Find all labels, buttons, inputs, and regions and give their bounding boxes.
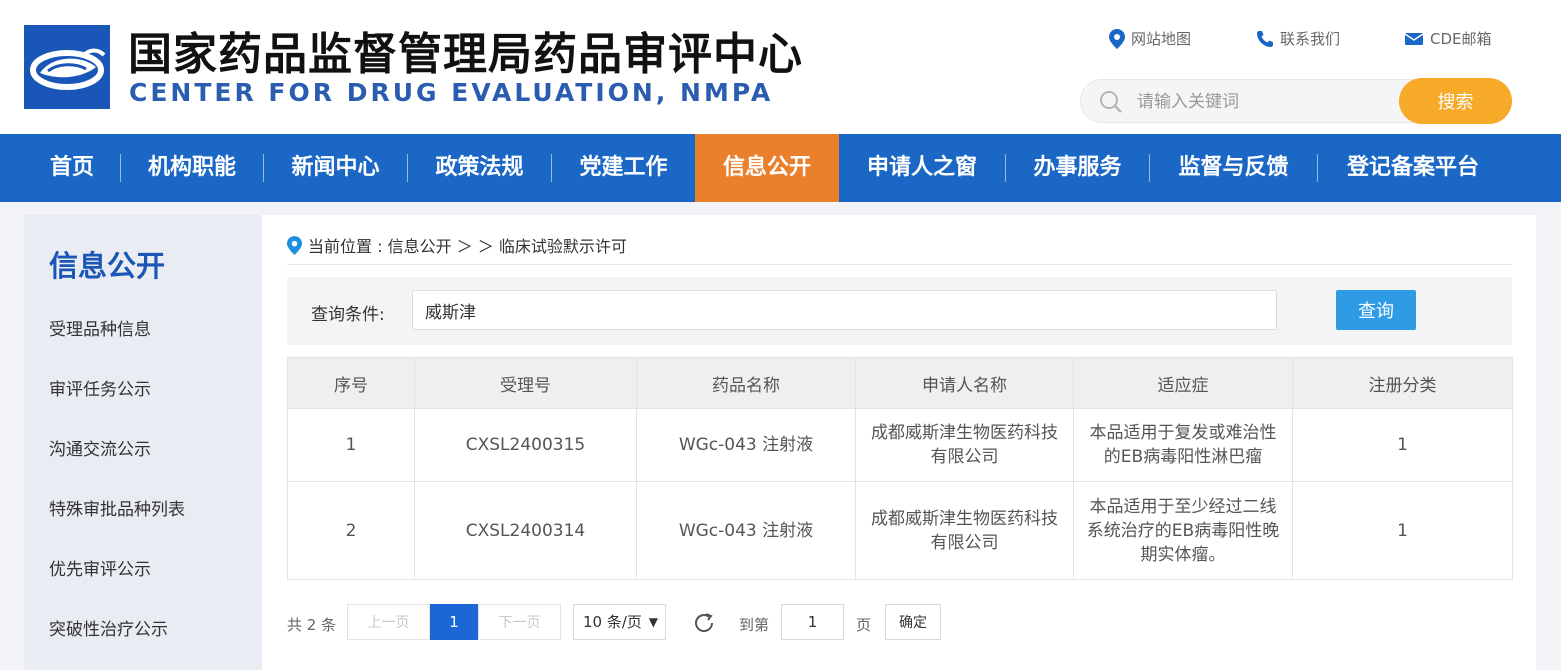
cell-no: 1 [287,408,415,482]
next-page-button[interactable]: 下一页 [478,604,561,640]
main-content: 当前位置 : 信息公开 ＞ ＞ 临床试验默示许可 查询条件: 查询 序号 受理号… [262,215,1536,670]
sidebar-item-priority-review[interactable]: 优先审评公示 [49,555,151,580]
nav-item-home[interactable]: 首页 [24,134,120,202]
total-count: 共 2 条 [287,616,337,634]
table-row[interactable]: 2 CXSL2400314 WGc-043 注射液 成都威斯津生物医药科技有限公… [287,481,1513,580]
page-unit-label: 页 [856,616,872,634]
mail-link[interactable]: CDE邮箱 [1404,28,1492,49]
cell-accept-no: CXSL2400314 [414,481,637,580]
search-button[interactable]: 搜索 [1399,78,1512,124]
sidebar-title: 信息公开 [49,249,166,283]
cell-category: 1 [1292,481,1513,580]
site-title-en: CENTER FOR DRUG EVALUATION, NMPA [129,78,774,107]
breadcrumb-text: 当前位置 : 信息公开 ＞ ＞ 临床试验默示许可 [308,237,627,256]
col-header-accept-no: 受理号 [414,357,637,409]
query-bar: 查询条件: 查询 [287,277,1512,345]
goto-label: 到第 [739,616,770,634]
chevron-down-icon: ▼ [648,615,658,629]
contact-link[interactable]: 联系我们 [1256,28,1340,49]
col-header-applicant: 申请人名称 [855,357,1074,409]
goto-page-input[interactable] [781,604,844,640]
nav-item-feedback[interactable]: 监督与反馈 [1150,134,1317,202]
page-number-current[interactable]: 1 [430,604,478,640]
site-header: 国家药品监督管理局药品审评中心 CENTER FOR DRUG EVALUATI… [0,0,1561,134]
table-row[interactable]: 1 CXSL2400315 WGc-043 注射液 成都威斯津生物医药科技有限公… [287,408,1513,482]
sitemap-link[interactable]: 网站地图 [1109,28,1191,49]
nav-item-functions[interactable]: 机构职能 [121,134,263,202]
location-pin-icon [287,235,302,255]
col-header-no: 序号 [287,357,415,409]
cde-logo[interactable] [24,25,110,109]
table-header-row: 序号 受理号 药品名称 申请人名称 适应症 注册分类 [287,357,1513,409]
prev-page-button[interactable]: 上一页 [347,604,430,640]
mail-label: CDE邮箱 [1430,30,1492,48]
location-pin-icon [1109,28,1125,49]
sidebar-item-accepted[interactable]: 受理品种信息 [49,315,151,340]
page-size-value: 10 条/页 [583,613,642,631]
query-label: 查询条件: [311,305,385,325]
sitemap-label: 网站地图 [1131,30,1192,48]
cell-accept-no: CXSL2400315 [414,408,637,482]
cell-drug-name: WGc-043 注射液 [636,408,856,482]
sidebar-item-special-approval[interactable]: 特殊审批品种列表 [49,495,185,520]
col-header-drug-name: 药品名称 [636,357,856,409]
cell-applicant: 成都威斯津生物医药科技有限公司 [855,481,1074,580]
sidebar-item-breakthrough[interactable]: 突破性治疗公示 [49,615,168,640]
sidebar: 信息公开 受理品种信息 审评任务公示 沟通交流公示 特殊审批品种列表 优先审评公… [24,215,262,670]
site-title-cn: 国家药品监督管理局药品审评中心 [128,29,803,80]
pagination: 共 2 条 上一页 1 下一页 10 条/页 ▼ 到第 页 确定 [287,603,1512,643]
page-size-select[interactable]: 10 条/页 ▼ [573,604,666,640]
cell-category: 1 [1292,408,1513,482]
search-icon [1100,91,1122,113]
nav-item-applicant[interactable]: 申请人之窗 [839,134,1005,202]
col-header-indication: 适应症 [1073,357,1293,409]
nav-item-policy[interactable]: 政策法规 [408,134,551,202]
breadcrumb: 当前位置 : 信息公开 ＞ ＞ 临床试验默示许可 [287,233,627,257]
cell-indication: 本品适用于至少经过二线系统治疗的EB病毒阳性晚期实体瘤。 [1073,481,1293,580]
search-input[interactable] [1135,88,1439,116]
cell-applicant: 成都威斯津生物医药科技有限公司 [855,408,1074,482]
nav-item-registration[interactable]: 登记备案平台 [1318,134,1508,202]
col-header-category: 注册分类 [1292,357,1513,409]
sidebar-item-review-tasks[interactable]: 审评任务公示 [49,375,151,400]
nav-item-party[interactable]: 党建工作 [552,134,695,202]
contact-label: 联系我们 [1280,30,1341,48]
phone-icon [1257,30,1273,47]
cell-drug-name: WGc-043 注射液 [636,481,856,580]
query-button[interactable]: 查询 [1336,290,1416,330]
divider [287,264,1512,265]
nav-item-news[interactable]: 新闻中心 [264,134,407,202]
sidebar-item-communication[interactable]: 沟通交流公示 [49,435,151,460]
results-table: 序号 受理号 药品名称 申请人名称 适应症 注册分类 1 CXSL2400315… [287,357,1513,580]
query-input[interactable] [412,290,1277,330]
refresh-icon[interactable] [692,611,716,635]
main-nav: 首页 机构职能 新闻中心 政策法规 党建工作 信息公开 申请人之窗 办事服务 监… [0,134,1561,202]
nav-item-services[interactable]: 办事服务 [1006,134,1149,202]
goto-confirm-button[interactable]: 确定 [885,604,941,640]
nav-item-info[interactable]: 信息公开 [695,134,839,202]
cell-no: 2 [287,481,415,580]
mail-icon [1404,32,1424,45]
cell-indication: 本品适用于复发或难治性的EB病毒阳性淋巴瘤 [1073,408,1293,482]
